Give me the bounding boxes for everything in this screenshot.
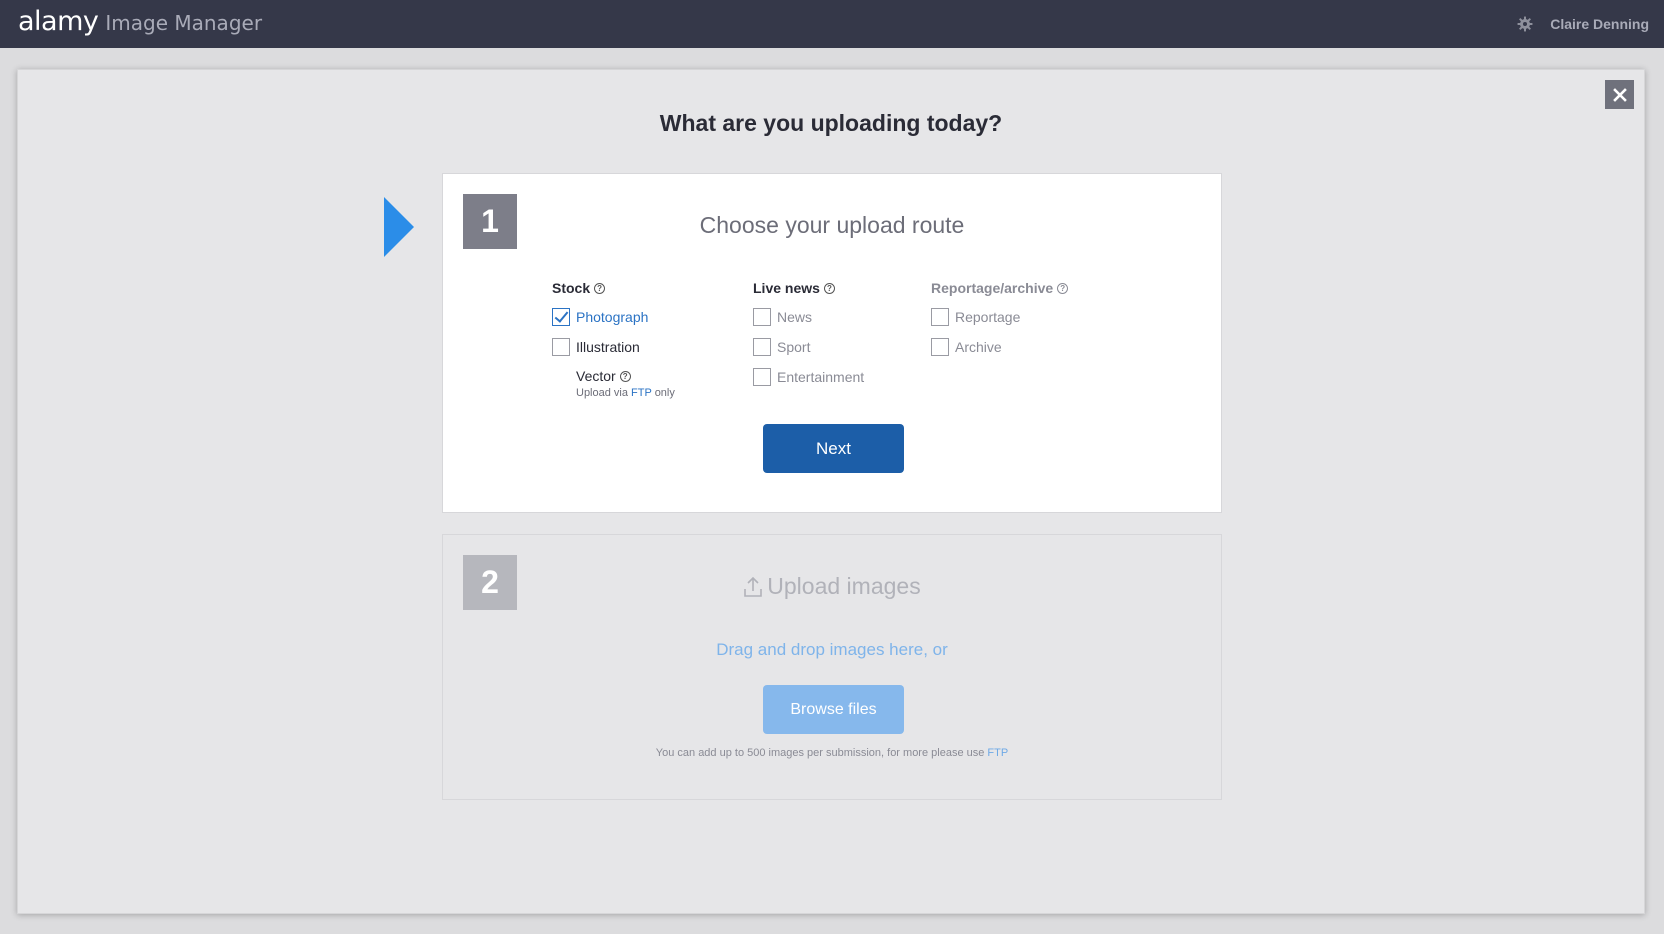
archive-label: Archive bbox=[955, 339, 1002, 355]
reportage-heading: Reportage/archive ? bbox=[931, 280, 1069, 296]
close-icon bbox=[1612, 87, 1627, 102]
upload-limit-note: You can add up to 500 images per submiss… bbox=[443, 747, 1221, 759]
option-sport[interactable]: Sport bbox=[753, 338, 864, 356]
stock-heading: Stock ? bbox=[552, 280, 675, 296]
option-entertainment[interactable]: Entertainment bbox=[753, 368, 864, 386]
step-1-card: 1 Choose your upload route Stock ? Photo… bbox=[442, 173, 1222, 513]
sport-checkbox[interactable] bbox=[753, 338, 771, 356]
live-news-column: Live news ? News Sport Entertainment bbox=[753, 280, 864, 386]
vector-ftp-link[interactable]: FTP bbox=[631, 387, 652, 399]
limit-text: You can add up to 500 images per submiss… bbox=[655, 747, 985, 759]
vector-label: Vector bbox=[576, 368, 616, 384]
illustration-label: Illustration bbox=[576, 339, 640, 355]
vector-row: Vector ? bbox=[576, 368, 675, 384]
archive-checkbox[interactable] bbox=[931, 338, 949, 356]
option-photograph[interactable]: Photograph bbox=[552, 308, 675, 326]
upload-modal: What are you uploading today? 1 Choose y… bbox=[17, 69, 1645, 914]
live-news-title: Live news bbox=[753, 280, 820, 296]
step-1-heading: Choose your upload route bbox=[699, 212, 965, 238]
upload-icon bbox=[744, 576, 763, 597]
limit-ftp-link[interactable]: FTP bbox=[987, 747, 1008, 759]
step-2-heading: Upload images bbox=[767, 573, 921, 599]
active-step-arrow-icon bbox=[384, 197, 414, 257]
photograph-checkbox[interactable] bbox=[552, 308, 570, 326]
stock-column: Stock ? Photograph Illustration Vector ?… bbox=[552, 280, 675, 399]
photograph-label: Photograph bbox=[576, 309, 649, 325]
step-2-card: 2 Upload images Drag and drop images her… bbox=[442, 534, 1222, 800]
option-reportage[interactable]: Reportage bbox=[931, 308, 1068, 326]
vector-note: Upload via FTP only bbox=[576, 387, 675, 399]
next-button[interactable]: Next bbox=[763, 424, 904, 473]
reportage-title: Reportage/archive bbox=[931, 280, 1054, 296]
gear-icon[interactable] bbox=[1517, 16, 1533, 32]
drag-drop-text: Drag and drop images here, or bbox=[716, 640, 948, 659]
vector-note-suffix: only bbox=[654, 387, 675, 399]
product-name: Image Manager bbox=[105, 11, 263, 35]
illustration-checkbox[interactable] bbox=[552, 338, 570, 356]
option-illustration[interactable]: Illustration bbox=[552, 338, 675, 356]
reportage-help-icon[interactable]: ? bbox=[1057, 282, 1069, 294]
sport-label: Sport bbox=[777, 339, 811, 355]
reportage-checkbox[interactable] bbox=[931, 308, 949, 326]
option-news[interactable]: News bbox=[753, 308, 864, 326]
browse-files-button[interactable]: Browse files bbox=[763, 685, 904, 734]
entertainment-label: Entertainment bbox=[777, 369, 865, 385]
option-archive[interactable]: Archive bbox=[931, 338, 1068, 356]
stock-help-icon[interactable]: ? bbox=[594, 282, 606, 294]
user-area: Claire Denning bbox=[1517, 16, 1649, 32]
vector-note-prefix: Upload via bbox=[576, 387, 628, 399]
entertainment-checkbox[interactable] bbox=[753, 368, 771, 386]
vector-help-icon[interactable]: ? bbox=[619, 370, 631, 382]
modal-title: What are you uploading today? bbox=[659, 110, 1003, 136]
top-bar: alamy Image Manager Claire Denning bbox=[0, 0, 1664, 48]
live-news-heading: Live news ? bbox=[753, 280, 864, 296]
reportage-label: Reportage bbox=[955, 309, 1021, 325]
news-label: News bbox=[777, 309, 813, 325]
step-2-heading-row: Upload images bbox=[443, 573, 1221, 600]
news-checkbox[interactable] bbox=[753, 308, 771, 326]
stock-title: Stock bbox=[552, 280, 591, 296]
user-name[interactable]: Claire Denning bbox=[1550, 16, 1649, 32]
alamy-logo: alamy bbox=[18, 6, 99, 37]
brand[interactable]: alamy Image Manager bbox=[18, 6, 262, 37]
reportage-column: Reportage/archive ? Reportage Archive bbox=[931, 280, 1069, 356]
live-news-help-icon[interactable]: ? bbox=[823, 282, 835, 294]
close-button[interactable] bbox=[1605, 80, 1634, 109]
